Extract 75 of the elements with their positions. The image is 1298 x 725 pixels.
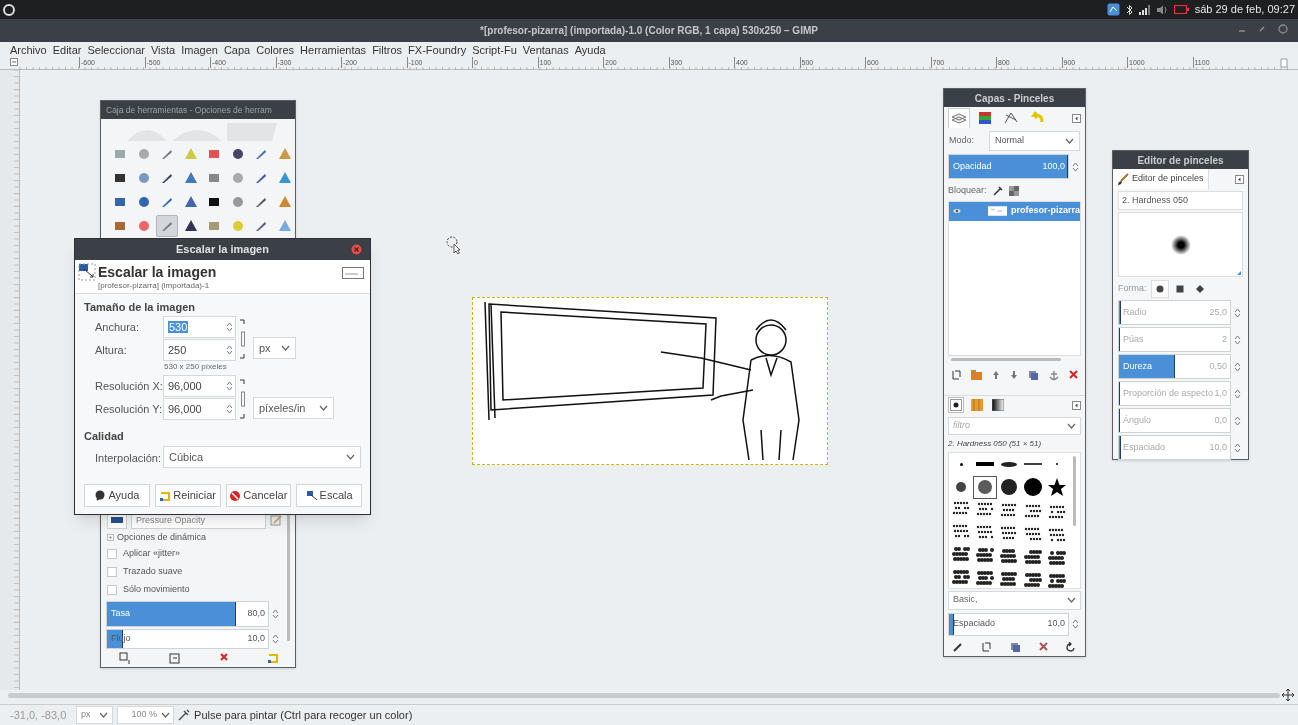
brush-name-field[interactable]: 2. Hardness 050 — [1118, 191, 1243, 210]
expander-label[interactable]: Opciones de dinámica — [117, 531, 207, 545]
dialog-button[interactable]: Reiniciar — [154, 484, 221, 507]
dialog-button[interactable]: Escala — [296, 484, 362, 507]
field-label: Modo: — [949, 134, 975, 148]
interpolation-dropdown[interactable]: Cúbica — [163, 446, 361, 468]
slider-value: 80,0 — [247, 607, 265, 621]
slider-value: 0,0 — [1214, 413, 1227, 427]
field-label: Anchura: — [95, 320, 140, 335]
slider-label: Ángulo — [1123, 413, 1152, 427]
field-label: Bloquear: — [948, 184, 987, 197]
slider-label: Opacidad — [953, 159, 992, 173]
mode-dropdown[interactable]: Normal — [989, 131, 1080, 151]
tag-field[interactable]: Basic, — [948, 590, 1081, 610]
slider-value: 2 — [1222, 332, 1227, 346]
menu-item[interactable]: Imagen — [181, 41, 218, 59]
menu-item[interactable]: Archivo — [10, 41, 47, 59]
brush-name: 2. Hardness 050 (51 × 51) — [947, 437, 1043, 450]
window-title: Editor de pinceles — [1113, 151, 1248, 169]
section-heading: Calidad — [84, 429, 124, 444]
dialog-heading: Escalar la imagen — [98, 263, 217, 282]
number-field[interactable]: 96,000 — [163, 375, 236, 397]
menu-item[interactable]: Colores — [256, 41, 295, 59]
slider-label: Radio — [1123, 305, 1147, 319]
menu-item[interactable]: Seleccionar — [87, 41, 145, 59]
menu-item[interactable]: Editar — [52, 41, 82, 59]
slider-label: Dureza — [1123, 359, 1152, 373]
unit-dropdown[interactable]: px — [76, 706, 113, 724]
slider-value: 1,0 — [1214, 386, 1227, 400]
slider-value: 10,0 — [1209, 440, 1227, 454]
menu-item[interactable]: Ventanas — [522, 41, 569, 59]
menu-item[interactable]: Filtros — [372, 41, 403, 59]
pointer-coordinates: -31,0, -83,0 — [10, 707, 68, 723]
slider-value: 0,50 — [1209, 359, 1227, 373]
menu-item[interactable]: Ayuda — [574, 41, 606, 59]
field-label: Resolución X: — [95, 379, 163, 394]
menu-item[interactable]: Capa — [223, 41, 251, 59]
field-label: Forma: — [1118, 282, 1147, 296]
number-field[interactable]: 96,000 — [163, 398, 236, 420]
unit-dropdown[interactable]: px — [253, 337, 296, 359]
window-title: Caja de herramientas - Opciones de herram — [101, 101, 295, 119]
menu-item[interactable]: Script-Fu — [472, 41, 517, 59]
layer-name: profesor-pizarra — [1010, 204, 1080, 218]
dialog-button[interactable]: Cancelar — [225, 484, 292, 507]
slider-label: Proporción de aspecto — [1123, 386, 1214, 400]
slider-value: 10,0 — [247, 632, 265, 646]
field-label: Interpolación: — [95, 451, 162, 466]
slider-value: 25,0 — [1209, 305, 1227, 319]
size-note: 530 x 250 píxeles — [164, 361, 227, 373]
checkbox-label: Sólo movimiento — [123, 583, 190, 596]
menu-item[interactable]: Vista — [150, 41, 176, 59]
window-title: *[profesor-pizarra] (importada)-1.0 (Color RGB, 1 capa) 530x250 – GIMP — [480, 24, 818, 38]
checkbox-label: Aplicar «jitter» — [123, 547, 181, 560]
window-title: Capas - Pinceles — [944, 89, 1085, 107]
editor-tab[interactable]: Editor de pinceles — [1113, 169, 1209, 189]
number-field[interactable]: 250 — [163, 339, 236, 361]
dialog-button[interactable]: Ayuda — [84, 484, 150, 507]
dialog-subtitle: [profesor-pizarra] (importada)-1 — [98, 280, 210, 292]
field-label: Resolución Y: — [95, 402, 163, 417]
slider-label: Tasa — [111, 607, 130, 621]
unit-dropdown[interactable]: píxeles/in — [253, 397, 335, 419]
section-heading: Tamaño de la imagen — [84, 300, 196, 315]
slider-label: Espaciado — [1123, 440, 1166, 454]
zoom-dropdown[interactable]: 100 % — [116, 706, 175, 724]
checkbox-label: Trazado suave — [123, 565, 183, 578]
slider-label: Púas — [1123, 332, 1144, 346]
field-label: Altura: — [95, 343, 127, 358]
menu-item[interactable]: FX-Foundry — [408, 41, 467, 59]
slider-value: 10,0 — [1047, 617, 1065, 631]
slider[interactable]: Tasa 80,0 — [106, 601, 269, 627]
menu-item[interactable]: Herramientas — [300, 41, 367, 59]
status-message: Pulse para pintar (Ctrl para recoger un color) — [194, 707, 413, 723]
clock: sáb 29 de feb, 09:27 — [1194, 2, 1295, 18]
slider-value: 100,0 — [1042, 159, 1065, 173]
dialog-title: Escalar la imagen — [176, 242, 269, 258]
